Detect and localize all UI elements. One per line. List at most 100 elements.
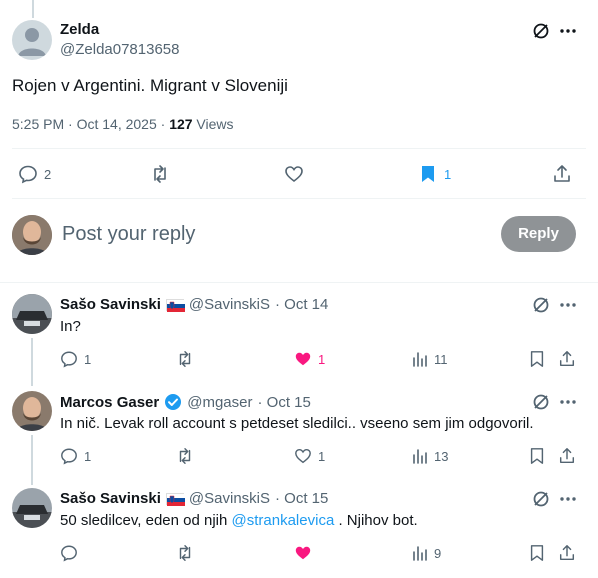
reply-submit-button[interactable]: Reply: [501, 216, 576, 252]
grok-icon[interactable]: [532, 22, 550, 40]
reply-text: In?: [60, 318, 81, 335]
like-button[interactable]: 1: [294, 350, 325, 368]
bookmark-filled-icon: [422, 166, 434, 182]
tweet-text: Rojen v Argentini. Migrant v Sloveniji: [12, 76, 288, 95]
reply-author-handle[interactable]: @mgaser: [187, 394, 252, 411]
repost-button[interactable]: [176, 447, 194, 465]
bookmark-button[interactable]: [528, 350, 546, 368]
user-photo-icon: [12, 215, 52, 255]
mention-link[interactable]: @strankalevica: [232, 512, 335, 529]
divider: [12, 148, 586, 149]
reply-button[interactable]: [60, 544, 78, 562]
verified-badge-icon: [164, 393, 182, 411]
reply-author-name[interactable]: Marcos Gaser: [60, 394, 159, 411]
reply-button[interactable]: 2: [18, 164, 51, 184]
reply-date[interactable]: · Oct 15: [275, 490, 328, 507]
bookmark-icon: [530, 351, 544, 367]
share-icon: [559, 448, 575, 464]
reply-button[interactable]: 1: [60, 350, 91, 368]
reply-icon: [61, 448, 77, 465]
slovenia-flag-icon: [165, 298, 185, 312]
share-icon: [559, 545, 575, 561]
reply-input[interactable]: Post your reply: [62, 223, 195, 246]
repost-icon: [179, 545, 191, 561]
views-label: Views: [192, 116, 234, 132]
slovenia-flag-icon: [165, 492, 185, 506]
reply-header: Marcos Gaser @mgaser · Oct 15: [60, 393, 311, 411]
my-avatar[interactable]: [12, 215, 52, 255]
reply-avatar[interactable]: [12, 294, 52, 334]
bookmark-icon: [530, 448, 544, 464]
views-button[interactable]: 13: [412, 447, 448, 465]
heart-icon: [285, 166, 303, 183]
default-avatar-icon: [18, 28, 46, 56]
more-options-icon[interactable]: [558, 393, 578, 411]
analytics-icon: [413, 449, 427, 464]
analytics-icon: [413, 546, 427, 561]
reply-author-name[interactable]: Sašo Savinski: [60, 296, 161, 313]
bookmark-button[interactable]: [528, 544, 546, 562]
reply-count: 1: [84, 351, 92, 367]
reply-icon: [61, 545, 77, 562]
reply-date[interactable]: · Oct 15: [257, 394, 310, 411]
repost-icon: [154, 165, 166, 183]
grok-icon[interactable]: [532, 393, 550, 411]
reply-author-name[interactable]: Sašo Savinski: [60, 490, 161, 507]
reply-date[interactable]: · Oct 14: [275, 296, 328, 313]
repost-icon: [179, 351, 191, 367]
repost-button[interactable]: [176, 350, 194, 368]
like-count: 1: [318, 448, 326, 464]
reply-avatar[interactable]: [12, 391, 52, 431]
reply-avatar[interactable]: [12, 488, 52, 528]
more-options-icon[interactable]: [558, 296, 578, 314]
more-options-icon[interactable]: [558, 490, 578, 508]
thread-line: [31, 338, 33, 386]
repost-icon: [179, 448, 191, 464]
repost-button[interactable]: [150, 164, 170, 184]
reply-icon: [19, 165, 37, 184]
views-count: 127: [169, 116, 193, 132]
car-photo-icon: [12, 488, 52, 528]
reply-text-start: 50 sledilcev, eden od njih: [60, 512, 232, 529]
bookmark-button[interactable]: [528, 447, 546, 465]
author-name[interactable]: Zelda: [60, 21, 99, 38]
like-button[interactable]: 1: [294, 447, 325, 465]
grok-icon[interactable]: [532, 296, 550, 314]
like-button[interactable]: [294, 544, 312, 562]
share-icon: [559, 351, 575, 367]
share-button[interactable]: [558, 350, 576, 368]
reply-count: 2: [44, 166, 52, 182]
tweet-meta: 5:25 PM · Oct 14, 2025 · 127 Views: [12, 116, 234, 132]
reply-text: In nič. Levak roll account s petdeset sl…: [60, 415, 534, 432]
reply-author-handle[interactable]: @SavinskiS: [189, 296, 270, 313]
bookmark-button[interactable]: 1: [418, 164, 451, 184]
reply-text-end: . Njihov bot.: [334, 512, 418, 529]
thread-line-top: [32, 0, 34, 18]
analytics-icon: [413, 352, 427, 367]
divider: [0, 282, 598, 283]
reply-button[interactable]: 1: [60, 447, 91, 465]
thread-line: [31, 435, 33, 485]
reply-count: 1: [84, 448, 92, 464]
user-photo-icon: [12, 391, 52, 431]
more-options-icon[interactable]: [558, 22, 578, 40]
car-photo-icon: [12, 294, 52, 334]
like-button[interactable]: [284, 164, 304, 184]
heart-filled-icon: [295, 352, 311, 366]
avatar[interactable]: [12, 20, 52, 60]
tweet-timestamp[interactable]: 5:25 PM · Oct 14, 2025 ·: [12, 116, 169, 132]
share-button[interactable]: [558, 447, 576, 465]
reply-icon: [61, 351, 77, 368]
repost-button[interactable]: [176, 544, 194, 562]
author-handle[interactable]: @Zelda07813658: [60, 41, 180, 58]
views-button[interactable]: 9: [412, 544, 441, 562]
reply-text: 50 sledilcev, eden od njih @strankalevic…: [60, 512, 418, 529]
views-button[interactable]: 11: [412, 350, 448, 368]
views-count: 9: [434, 545, 442, 561]
views-count: 11: [434, 351, 448, 367]
reply-header: Sašo Savinski @SavinskiS · Oct 15: [60, 490, 328, 507]
grok-icon[interactable]: [532, 490, 550, 508]
reply-author-handle[interactable]: @SavinskiS: [189, 490, 270, 507]
share-button[interactable]: [552, 164, 572, 184]
share-button[interactable]: [558, 544, 576, 562]
